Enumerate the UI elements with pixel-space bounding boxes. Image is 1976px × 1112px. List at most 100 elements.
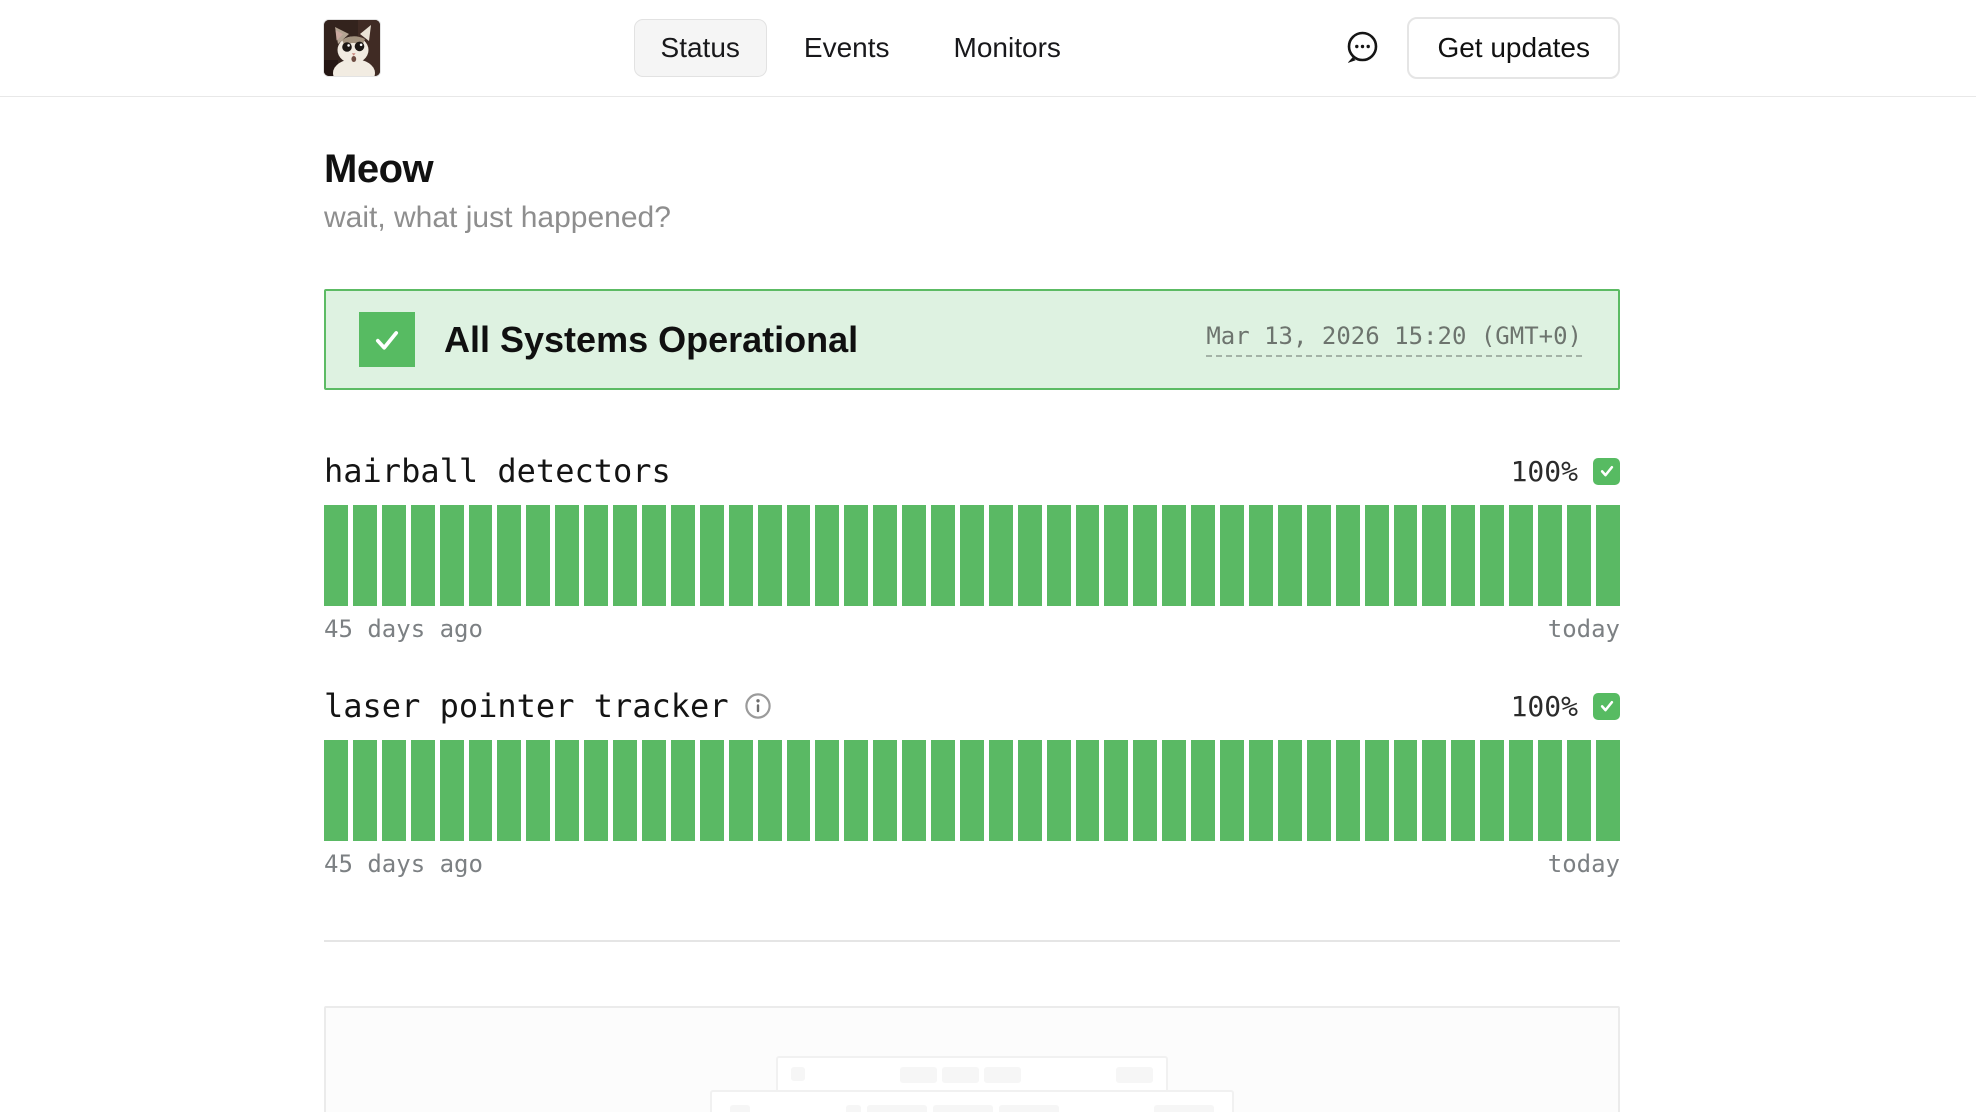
uptime-bar[interactable] [1480,740,1504,841]
uptime-bar[interactable] [1451,505,1475,606]
uptime-bar[interactable] [584,740,608,841]
uptime-bar[interactable] [1133,505,1157,606]
uptime-bar[interactable] [1047,740,1071,841]
info-icon[interactable] [744,692,772,720]
uptime-bar[interactable] [844,740,868,841]
uptime-bar[interactable] [989,740,1013,841]
uptime-bar[interactable] [1047,505,1071,606]
site-logo[interactable] [324,20,380,76]
uptime-bar[interactable] [960,740,984,841]
uptime-bar[interactable] [1538,505,1562,606]
uptime-bar[interactable] [411,505,435,606]
uptime-bar[interactable] [700,740,724,841]
uptime-bar[interactable] [440,505,464,606]
uptime-bar[interactable] [1162,505,1186,606]
uptime-bar[interactable] [931,740,955,841]
uptime-bar[interactable] [324,505,348,606]
uptime-bar[interactable] [1596,505,1620,606]
uptime-bar[interactable] [642,505,666,606]
uptime-bar[interactable] [729,740,753,841]
uptime-bar[interactable] [1365,740,1389,841]
uptime-bar[interactable] [1538,740,1562,841]
uptime-bar[interactable] [526,740,550,841]
page-subtitle: wait, what just happened? [324,201,1620,235]
uptime-bar[interactable] [1480,505,1504,606]
uptime-bar[interactable] [902,740,926,841]
uptime-bar[interactable] [1104,505,1128,606]
uptime-bar[interactable] [613,740,637,841]
uptime-bar[interactable] [353,505,377,606]
uptime-bar[interactable] [1249,505,1273,606]
uptime-bar[interactable] [815,740,839,841]
uptime-bar[interactable] [1249,740,1273,841]
uptime-bar[interactable] [613,505,637,606]
uptime-bar[interactable] [1162,740,1186,841]
uptime-bar[interactable] [1191,740,1215,841]
uptime-bar[interactable] [324,740,348,841]
uptime-bar[interactable] [469,740,493,841]
faded-preview-section [324,1006,1620,1112]
uptime-bar[interactable] [758,740,782,841]
uptime-bar[interactable] [960,505,984,606]
uptime-bar[interactable] [1220,740,1244,841]
uptime-bar[interactable] [844,505,868,606]
uptime-bar[interactable] [411,740,435,841]
uptime-bar[interactable] [1278,505,1302,606]
uptime-bar[interactable] [497,505,521,606]
tab-monitors[interactable]: Monitors [927,19,1088,77]
uptime-bar[interactable] [642,740,666,841]
uptime-bar[interactable] [382,505,406,606]
uptime-bar[interactable] [1018,740,1042,841]
uptime-bar[interactable] [1394,505,1418,606]
uptime-bar[interactable] [1394,740,1418,841]
uptime-bar[interactable] [1104,740,1128,841]
uptime-bar[interactable] [1596,740,1620,841]
uptime-bar[interactable] [382,740,406,841]
uptime-bar[interactable] [931,505,955,606]
uptime-bar[interactable] [1422,740,1446,841]
tab-events[interactable]: Events [777,19,917,77]
uptime-bar[interactable] [1451,740,1475,841]
uptime-bar[interactable] [989,505,1013,606]
uptime-bar[interactable] [497,740,521,841]
uptime-bar[interactable] [1307,505,1331,606]
uptime-bar[interactable] [1365,505,1389,606]
uptime-bar[interactable] [787,740,811,841]
uptime-bar[interactable] [1278,740,1302,841]
uptime-bar[interactable] [873,740,897,841]
status-timestamp[interactable]: Mar 13, 2026 15:20 (GMT+0) [1206,322,1582,357]
uptime-bar[interactable] [526,505,550,606]
uptime-bar[interactable] [440,740,464,841]
uptime-bar[interactable] [700,505,724,606]
feedback-chat-button[interactable] [1341,27,1383,69]
uptime-bar[interactable] [584,505,608,606]
uptime-bar[interactable] [469,505,493,606]
uptime-bar[interactable] [1307,740,1331,841]
uptime-bar[interactable] [1567,740,1591,841]
get-updates-button[interactable]: Get updates [1407,17,1620,79]
uptime-bar[interactable] [1509,740,1533,841]
uptime-bar[interactable] [1133,740,1157,841]
uptime-bar[interactable] [873,505,897,606]
uptime-bar[interactable] [1076,505,1100,606]
uptime-bar[interactable] [1220,505,1244,606]
uptime-bar[interactable] [1336,505,1360,606]
uptime-bar[interactable] [555,505,579,606]
uptime-bar[interactable] [1336,740,1360,841]
uptime-bar[interactable] [1076,740,1100,841]
uptime-bar[interactable] [1018,505,1042,606]
uptime-bar[interactable] [1191,505,1215,606]
uptime-bar[interactable] [671,740,695,841]
uptime-bar[interactable] [353,740,377,841]
tab-status[interactable]: Status [634,19,767,77]
uptime-bar[interactable] [815,505,839,606]
uptime-bar[interactable] [1422,505,1446,606]
uptime-bar[interactable] [787,505,811,606]
uptime-bar[interactable] [671,505,695,606]
uptime-bar[interactable] [729,505,753,606]
uptime-bar[interactable] [1567,505,1591,606]
uptime-bar[interactable] [758,505,782,606]
uptime-bar[interactable] [902,505,926,606]
uptime-bar[interactable] [1509,505,1533,606]
uptime-bar[interactable] [555,740,579,841]
